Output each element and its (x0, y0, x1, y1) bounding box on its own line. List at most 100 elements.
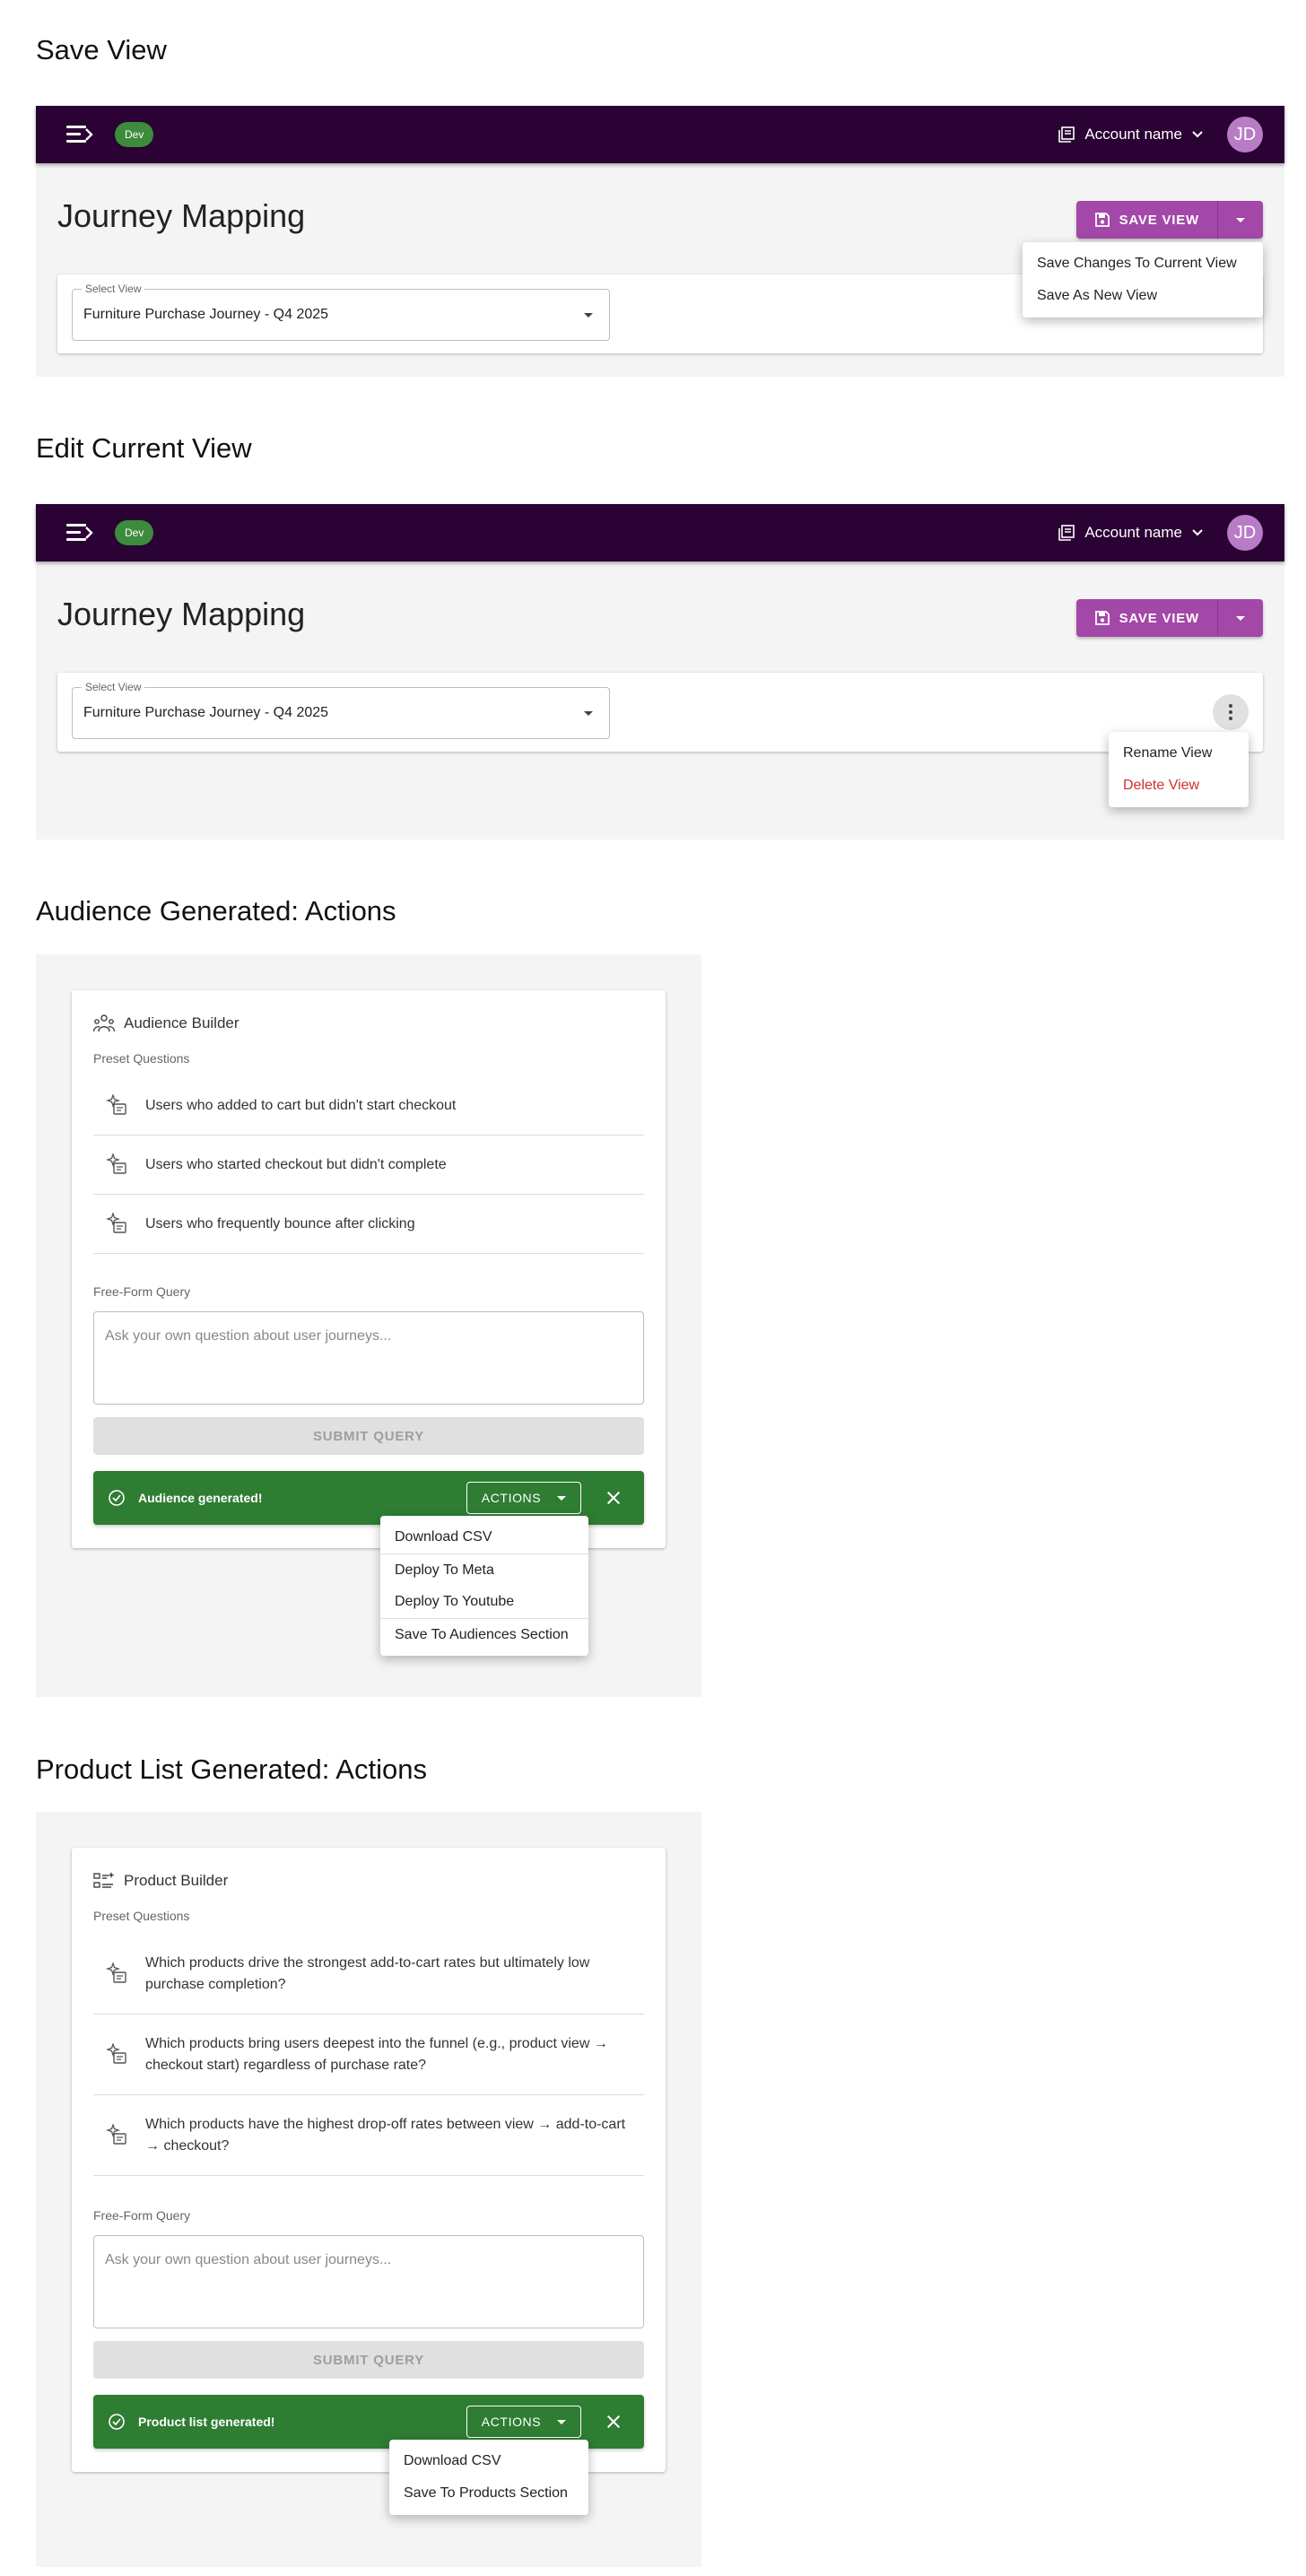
check-circle-icon (109, 2414, 125, 2430)
preset-question-item[interactable]: Users who added to cart but didn't start… (93, 1076, 644, 1136)
menu-item-download-csv[interactable]: Download CSV (389, 2445, 588, 2477)
account-book-icon (1058, 126, 1075, 143)
product-list-icon (93, 1872, 115, 1888)
save-view-split-button: SAVE VIEW (1075, 599, 1263, 637)
edit-view-frame: Dev Account name JD Journey Mapping SAVE… (36, 504, 1284, 840)
caret-down-icon (557, 2419, 567, 2424)
submit-query-button[interactable]: SUBMIT QUERY (93, 1417, 644, 1455)
save-icon (1094, 611, 1110, 625)
select-view-label: Select View (82, 283, 145, 295)
preset-question-item[interactable]: Which products have the highest drop-off… (93, 2095, 644, 2176)
menu-item-deploy-youtube[interactable]: Deploy To Youtube (380, 1586, 588, 1618)
save-view-button[interactable]: SAVE VIEW (1075, 201, 1218, 239)
freeform-query-label: Free-Form Query (93, 1284, 191, 1299)
account-name: Account name (1084, 126, 1182, 143)
save-view-label: SAVE VIEW (1119, 212, 1199, 228)
select-view-dropdown[interactable]: Select View Furniture Purchase Journey -… (72, 681, 610, 739)
caret-down-icon (1236, 217, 1245, 222)
env-chip: Dev (115, 122, 154, 147)
caret-down-icon (584, 711, 593, 716)
preset-question-text: Which products bring users deepest into … (145, 2035, 608, 2073)
section-title-product-actions: Product List Generated: Actions (36, 1754, 427, 1785)
menu-toggle-icon[interactable] (66, 124, 93, 145)
select-view-label: Select View (82, 681, 145, 693)
actions-dropdown-button[interactable]: ACTIONS (466, 1482, 581, 1514)
select-view-value: Furniture Purchase Journey - Q4 2025 (83, 705, 329, 720)
menu-item-save-changes[interactable]: Save Changes To Current View (1023, 248, 1263, 280)
app-bar: Dev Account name JD (36, 504, 1284, 561)
menu-item-deploy-meta[interactable]: Deploy To Meta (380, 1553, 588, 1586)
preset-question-list: Users who added to cart but didn't start… (93, 1076, 644, 1254)
caret-down-icon (1236, 615, 1245, 621)
account-book-icon (1058, 525, 1075, 541)
select-view-dropdown[interactable]: Select View Furniture Purchase Journey -… (72, 283, 610, 341)
page-title: Journey Mapping (57, 197, 306, 234)
freeform-query-input[interactable]: Ask your own question about user journey… (93, 2235, 644, 2328)
menu-item-save-as-new[interactable]: Save As New View (1023, 280, 1263, 312)
sparkle-query-icon (106, 1212, 126, 1233)
builder-title: Audience Builder (124, 1014, 239, 1031)
account-switcher[interactable]: Account name (1058, 126, 1204, 144)
preset-question-item[interactable]: Users who started checkout but didn't co… (93, 1136, 644, 1195)
menu-item-delete-view[interactable]: Delete View (1109, 770, 1249, 802)
product-frame: Product Builder Preset Questions Which p… (36, 1812, 701, 2567)
preset-questions-label: Preset Questions (93, 1051, 190, 1066)
check-circle-icon (109, 1490, 125, 1506)
sparkle-query-icon (106, 2042, 126, 2064)
chevron-down-icon (1192, 131, 1203, 138)
app-bar: Dev Account name JD (36, 106, 1284, 163)
menu-item-save-products[interactable]: Save To Products Section (389, 2477, 588, 2510)
submit-query-button[interactable]: SUBMIT QUERY (93, 2341, 644, 2379)
preset-question-text: Users who started checkout but didn't co… (145, 1156, 447, 1172)
actions-label: ACTIONS (481, 1491, 542, 1505)
preset-question-item[interactable]: Users who frequently bounce after clicki… (93, 1195, 644, 1254)
section-title-audience-actions: Audience Generated: Actions (36, 895, 396, 927)
preset-question-text: Users who frequently bounce after clicki… (145, 1215, 415, 1231)
sparkle-query-icon (106, 2123, 126, 2145)
preset-question-text: Users who added to cart but didn't start… (145, 1097, 457, 1113)
save-view-menu: Save Changes To Current View Save As New… (1023, 242, 1263, 318)
preset-question-item[interactable]: Which products bring users deepest into … (93, 2015, 644, 2095)
menu-item-save-audiences[interactable]: Save To Audiences Section (380, 1618, 588, 1650)
save-view-button[interactable]: SAVE VIEW (1075, 599, 1218, 637)
product-builder-card: Product Builder Preset Questions Which p… (72, 1848, 666, 2472)
sparkle-query-icon (106, 1153, 126, 1174)
chevron-down-icon (1192, 529, 1203, 536)
snackbar-message: Product list generated! (138, 2415, 275, 2429)
preset-question-text: Which products have the highest drop-off… (145, 2116, 626, 2154)
page-title: Journey Mapping (57, 596, 306, 632)
close-icon[interactable] (606, 1491, 621, 1505)
audience-builder-header: Audience Builder (93, 1014, 239, 1033)
env-chip: Dev (115, 520, 154, 545)
preset-question-list: Which products drive the strongest add-t… (93, 1934, 644, 2176)
audience-actions-menu: Download CSV Deploy To Meta Deploy To Yo… (380, 1516, 588, 1656)
freeform-query-label: Free-Form Query (93, 2208, 191, 2223)
select-view-value: Furniture Purchase Journey - Q4 2025 (83, 307, 329, 322)
builder-title: Product Builder (124, 1872, 229, 1889)
save-view-dropdown-button[interactable] (1218, 599, 1263, 637)
section-title-save-view: Save View (36, 34, 167, 65)
view-selector-card: Select View Furniture Purchase Journey -… (57, 673, 1263, 752)
audience-group-icon (93, 1014, 115, 1032)
product-actions-menu: Download CSV Save To Products Section (389, 2440, 588, 2515)
avatar[interactable]: JD (1227, 515, 1263, 551)
menu-toggle-icon[interactable] (66, 522, 93, 544)
avatar[interactable]: JD (1227, 117, 1263, 152)
save-icon (1094, 213, 1110, 227)
actions-dropdown-button[interactable]: ACTIONS (466, 2406, 581, 2438)
save-view-dropdown-button[interactable] (1218, 201, 1263, 239)
edit-view-menu: Rename View Delete View (1109, 732, 1249, 807)
audience-builder-card: Audience Builder Preset Questions Users … (72, 990, 666, 1548)
section-title-edit-view: Edit Current View (36, 432, 252, 464)
more-options-icon[interactable] (1213, 694, 1249, 730)
menu-item-rename-view[interactable]: Rename View (1109, 737, 1249, 770)
sparkle-query-icon (106, 1093, 126, 1115)
save-view-split-button: SAVE VIEW (1075, 201, 1263, 239)
menu-item-download-csv[interactable]: Download CSV (380, 1521, 588, 1553)
account-switcher[interactable]: Account name (1058, 524, 1204, 542)
freeform-query-input[interactable]: Ask your own question about user journey… (93, 1311, 644, 1405)
preset-question-item[interactable]: Which products drive the strongest add-t… (93, 1934, 644, 2015)
save-view-label: SAVE VIEW (1119, 610, 1199, 626)
preset-question-text: Which products drive the strongest add-t… (145, 1954, 590, 1992)
close-icon[interactable] (606, 2415, 621, 2429)
